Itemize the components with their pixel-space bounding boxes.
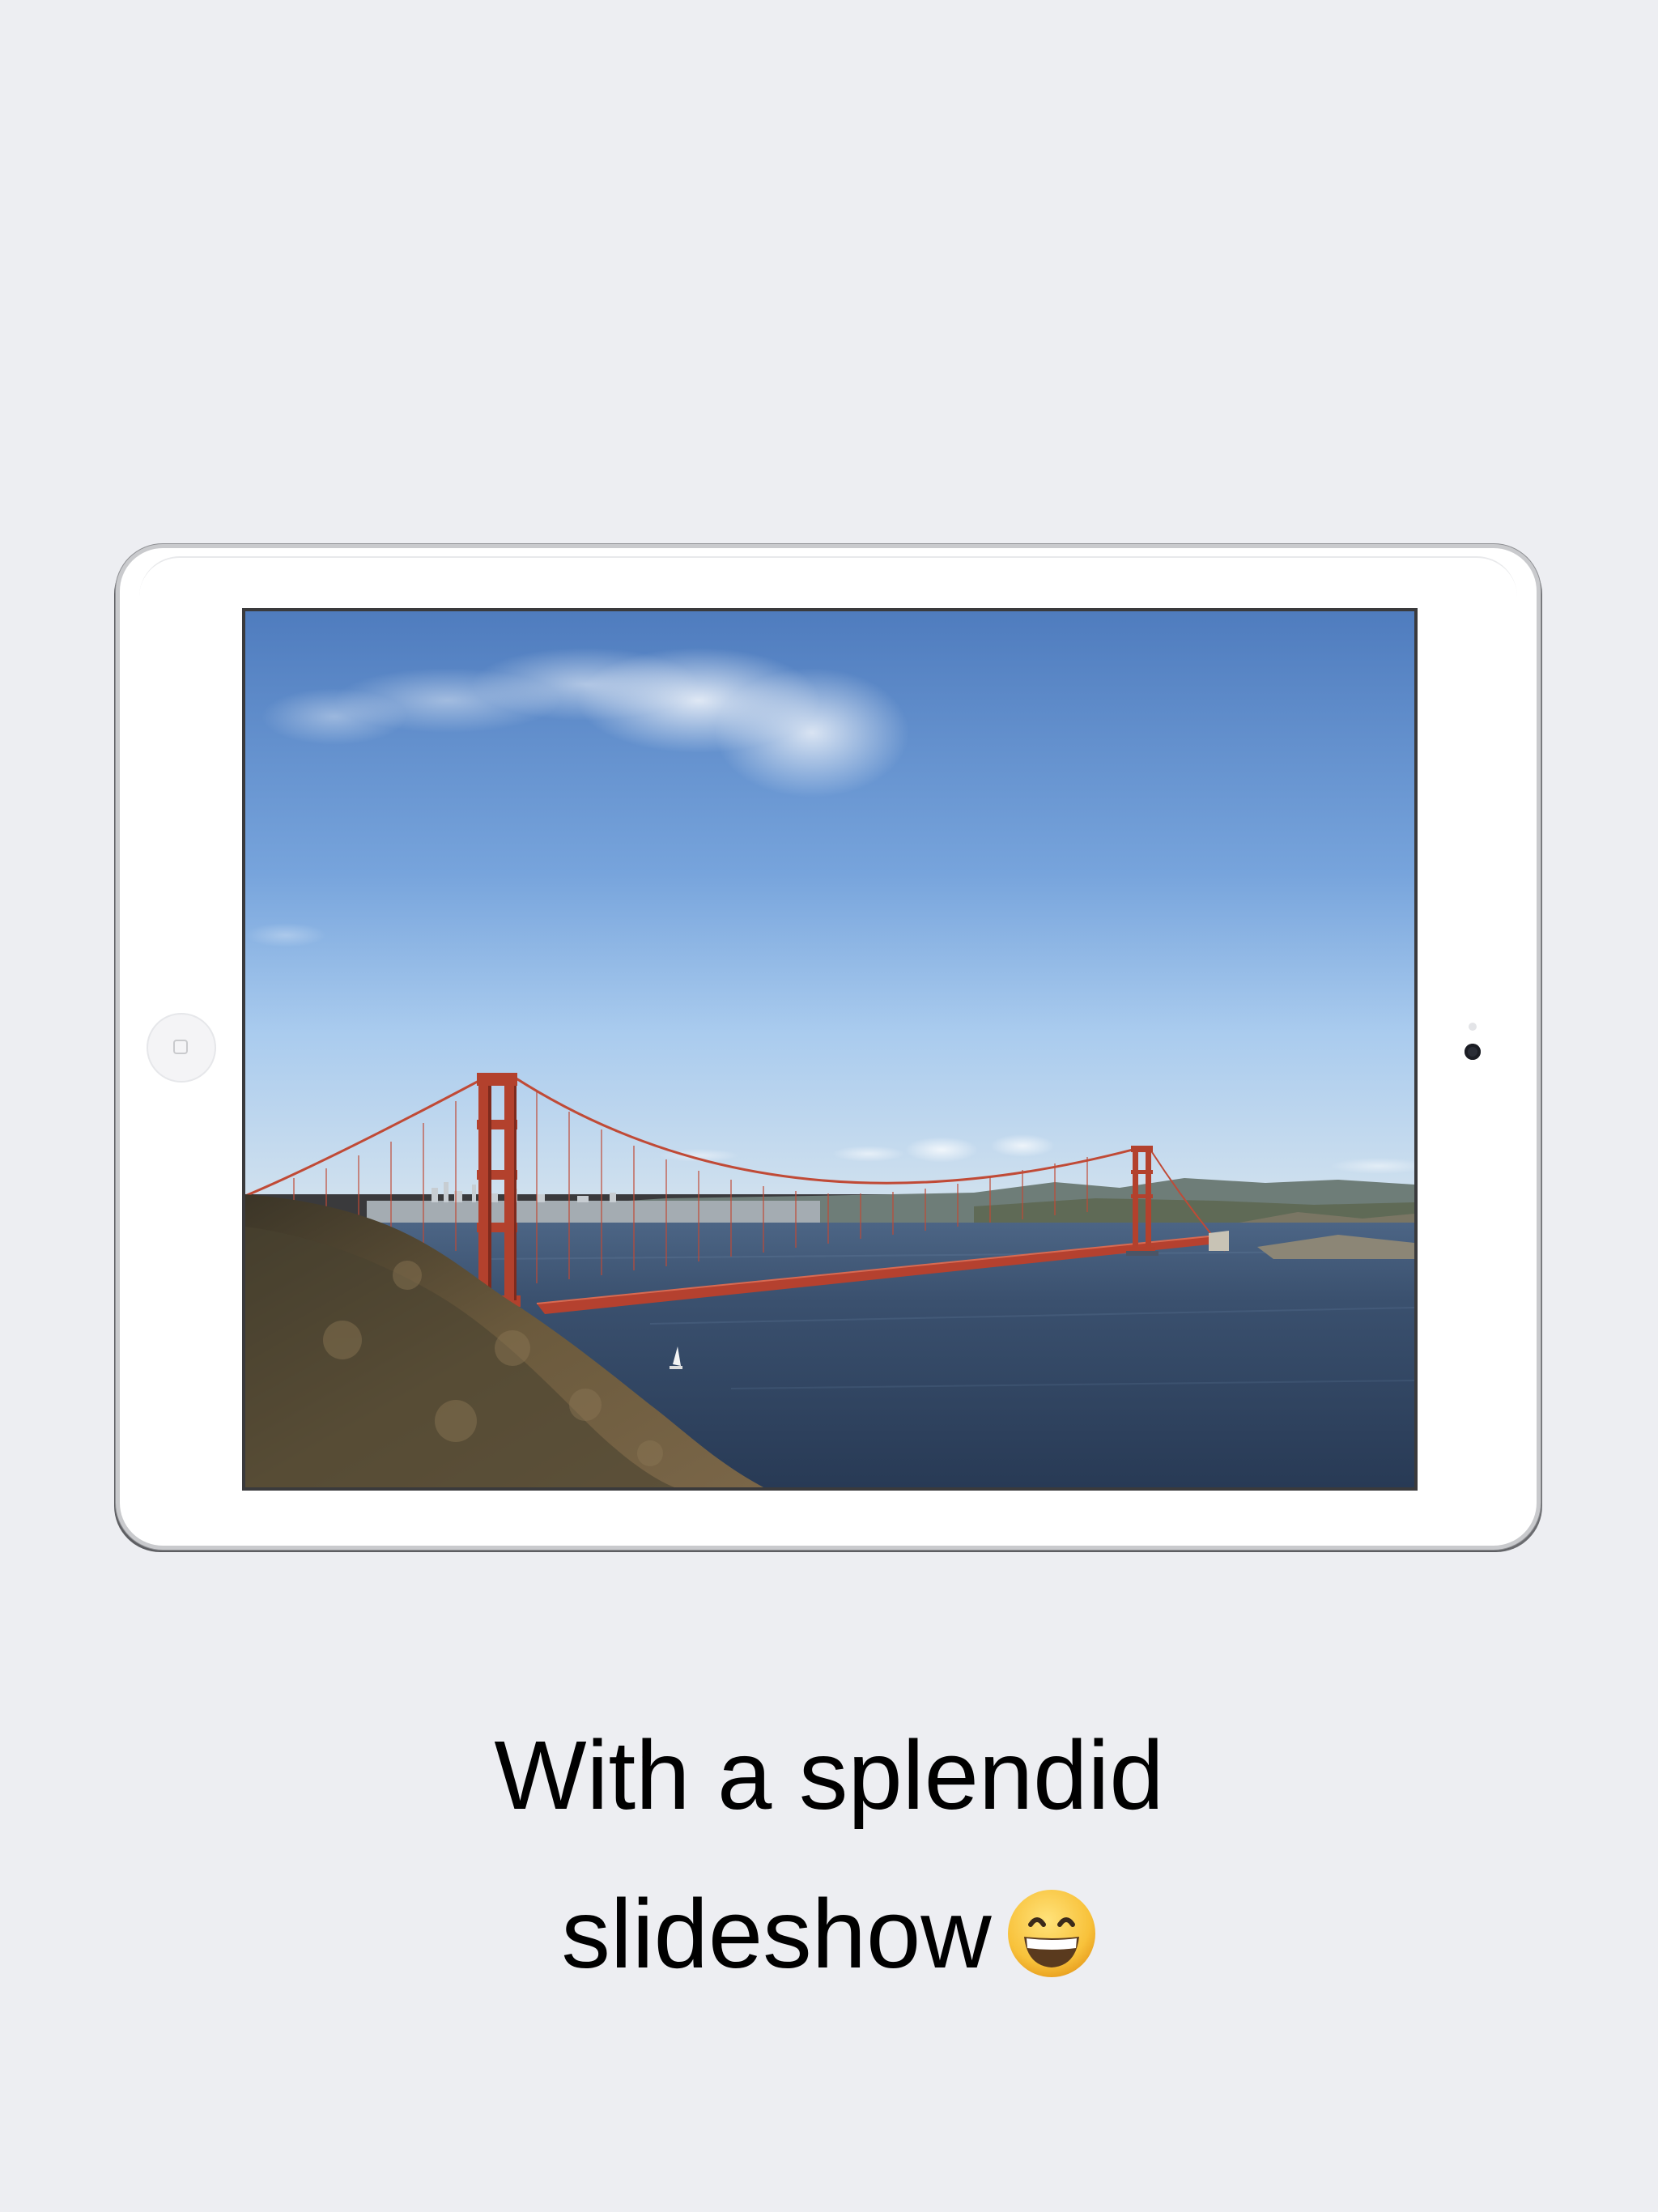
front-camera-icon xyxy=(1465,1044,1481,1060)
home-button-square-icon xyxy=(173,1040,188,1054)
ipad-device xyxy=(116,544,1541,1550)
caption: With a splendid slideshow xyxy=(0,1695,1658,2013)
caption-line-2-text: slideshow xyxy=(561,1878,992,1989)
home-button[interactable] xyxy=(147,1013,216,1083)
slideshow-screen[interactable] xyxy=(242,608,1418,1491)
caption-line-1: With a splendid xyxy=(494,1720,1164,1830)
golden-gate-bridge-photo xyxy=(245,611,1414,1487)
caption-line-2: slideshow xyxy=(0,1854,1658,2013)
grinning-face-icon xyxy=(1006,1865,1097,1977)
ambient-sensor xyxy=(1469,1023,1477,1031)
